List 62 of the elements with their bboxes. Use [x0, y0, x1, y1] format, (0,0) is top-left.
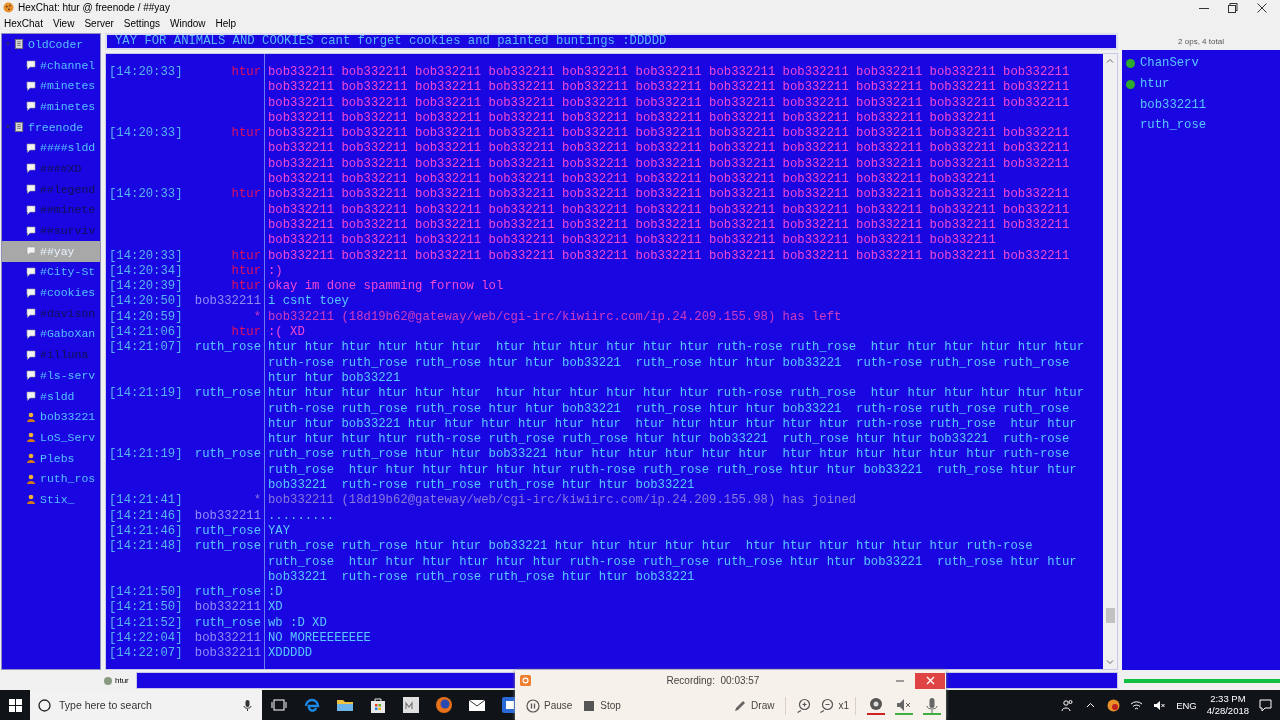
nick: bob332211 — [194, 508, 261, 524]
message-text: YAY — [267, 523, 292, 540]
timestamp: [14:21:48] — [109, 539, 183, 556]
message-text: i csnt toey — [267, 294, 350, 310]
nick: htur — [231, 263, 261, 280]
nick: htur — [231, 279, 261, 295]
nick: ruth_rose — [194, 615, 261, 631]
timestamp: [14:20:59] — [109, 309, 183, 326]
timestamp: [14:21:46] — [109, 523, 183, 540]
nick: htur — [231, 248, 261, 264]
nick: ruth_rose — [194, 539, 261, 556]
zoom-level: x1 — [838, 700, 849, 711]
nick: ruth_rose — [194, 523, 261, 540]
nick: ruth_rose — [194, 340, 261, 357]
message-text: ......... — [267, 508, 336, 524]
nick: bob332211 — [194, 600, 261, 616]
nick: * — [253, 493, 261, 509]
nick: htur — [231, 187, 261, 204]
timestamp: [14:21:41] — [109, 493, 183, 509]
timestamp: [14:20:33] — [109, 248, 183, 264]
timestamp: [14:20:33] — [109, 126, 183, 143]
message-text: bob332211 (18d19b62@gateway/web/cgi-irc/kiwiirc.com/ip.24.209.155.98) has joined — [267, 493, 858, 509]
timestamp: [14:22:07] — [109, 646, 183, 662]
timestamp: [14:21:52] — [109, 615, 183, 631]
nick: htur — [231, 65, 261, 81]
nick: ruth_rose — [194, 585, 261, 601]
nick: bob332211 — [194, 294, 261, 310]
nick: htur — [231, 325, 261, 341]
message-text: ruth_rose ruth_rose htur htur bob33221 htur htur htur htur htur htur htur htur htur htur htur htur ruth-rose ruth_rose htur htur htur htur htur htur ruth-rose ruth_rose ruth_rose htur htur bob33221 ruth_rose htur htur bob33221 ruth-rose ruth_rose ruth_rose htur htur bob33221 — [267, 447, 1078, 494]
timestamp: [14:21:50] — [109, 585, 183, 601]
user-count: 2 ops, 4 total — [1177, 36, 1225, 48]
timestamp: [14:20:33] — [109, 187, 183, 204]
nick: ruth_rose — [194, 386, 261, 403]
timestamp: [14:21:07] — [109, 340, 183, 357]
timestamp: [14:21:19] — [109, 447, 183, 464]
nick: ruth_rose — [194, 447, 261, 464]
timestamp: [14:21:50] — [109, 600, 183, 616]
timestamp: [14:22:04] — [109, 631, 183, 647]
message-text: :) — [267, 263, 284, 280]
nick: htur — [231, 126, 261, 143]
timestamp: [14:21:19] — [109, 386, 183, 403]
message-text: bob332211 (18d19b62@gateway/web/cgi-irc/kiwiirc.com/ip.24.209.155.98) has left — [267, 309, 843, 326]
window-title: HexChat: htur @ freenode / ##yay — [18, 2, 171, 13]
timestamp: [14:20:34] — [109, 263, 183, 280]
message-text: :( XD — [267, 325, 306, 341]
timestamp: [14:20:50] — [109, 294, 183, 310]
timestamp: [14:20:33] — [109, 65, 183, 81]
message-text: :D — [267, 585, 284, 601]
message-text: ruth_rose ruth_rose htur htur bob33221 htur htur htur htur htur htur htur htur htur htur htur ruth-rose ruth_rose htur htur htur htur htur htur ruth-rose ruth_rose ruth_rose htur htur bob33221 ruth_rose htur htur bob33221 ruth-rose ruth_rose ruth_rose htur htur bob33221 — [267, 539, 1078, 586]
message-text: NO MOREEEEEEEE — [267, 631, 372, 647]
recording-status: Recording: 00:03:57 — [665, 675, 761, 686]
timestamp: [14:21:06] — [109, 325, 183, 341]
message-text: bob332211 bob332211 bob332211 bob332211 bob332211 bob332211 bob332211 bob332211 bob332211 bob332211 bob332211 — [267, 248, 1071, 264]
message-text: XDDDDD — [267, 646, 314, 662]
timestamp: [14:21:46] — [109, 508, 183, 524]
message-text: XD — [267, 600, 284, 616]
nick: bob332211 — [194, 646, 261, 662]
timestamp: [14:20:39] — [109, 279, 183, 295]
message-text: wb :D XD — [267, 615, 328, 631]
message-text: okay im done spamming fornow lol — [267, 279, 505, 295]
nick: * — [253, 309, 261, 326]
nick: bob332211 — [194, 631, 261, 647]
